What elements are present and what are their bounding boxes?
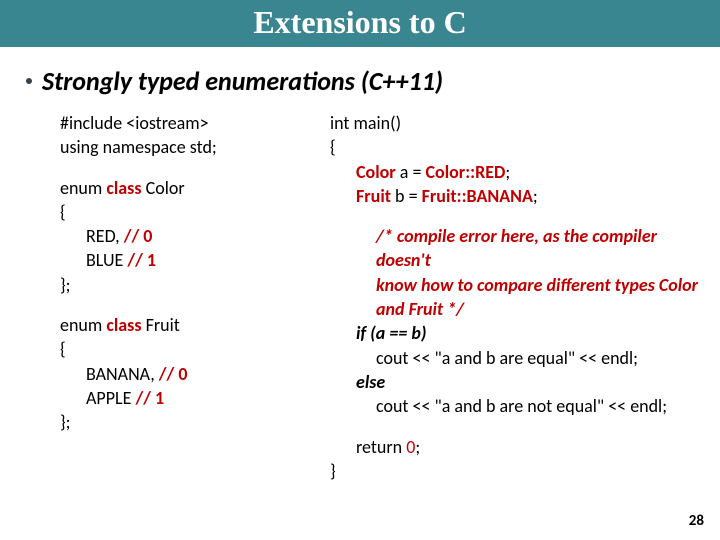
code-line: APPLE // 1 bbox=[60, 386, 320, 410]
code-line: if (a == b) bbox=[330, 321, 700, 345]
code-line: BANANA, // 0 bbox=[60, 362, 320, 386]
code-line: { bbox=[60, 201, 66, 223]
page-number: 28 bbox=[689, 512, 704, 530]
bullet-icon bbox=[26, 78, 32, 84]
code-line: { bbox=[60, 338, 66, 360]
code-line: else bbox=[330, 370, 700, 394]
code-line: RED, // 0 bbox=[60, 224, 320, 248]
code-line: enum class Fruit bbox=[60, 314, 180, 336]
code-line: }; bbox=[60, 411, 70, 433]
code-line: }; bbox=[60, 274, 70, 296]
code-columns: #include <iostream> using namespace std;… bbox=[0, 111, 720, 483]
code-line: #include <iostream> bbox=[60, 112, 209, 134]
subtitle-row: Strongly typed enumerations (C++11) bbox=[26, 65, 720, 97]
comment-line: /* compile error here, as the compiler d… bbox=[330, 224, 700, 273]
code-line: enum class Color bbox=[60, 177, 185, 199]
code-line: using namespace std; bbox=[60, 136, 217, 158]
comment-line: and Fruit */ bbox=[330, 297, 700, 321]
subtitle-text: Strongly typed enumerations (C++11) bbox=[42, 65, 443, 97]
code-line: cout << "a and b are equal" << endl; bbox=[330, 346, 700, 370]
code-line: Fruit b = Fruit::BANANA; bbox=[330, 184, 700, 208]
code-line: Color a = Color::RED; bbox=[330, 160, 700, 184]
code-right-column: int main() { Color a = Color::RED; Fruit… bbox=[330, 111, 700, 483]
code-line: { bbox=[330, 136, 336, 158]
slide-title: Extensions to C bbox=[0, 0, 720, 47]
code-line: int main() bbox=[330, 112, 401, 134]
code-line: cout << "a and b are not equal" << endl; bbox=[330, 394, 700, 418]
code-left-column: #include <iostream> using namespace std;… bbox=[60, 111, 320, 483]
comment-line: know how to compare different types Colo… bbox=[330, 273, 700, 297]
code-line: BLUE // 1 bbox=[60, 248, 320, 272]
code-line: } bbox=[330, 460, 336, 482]
code-line: return 0; bbox=[330, 435, 700, 459]
